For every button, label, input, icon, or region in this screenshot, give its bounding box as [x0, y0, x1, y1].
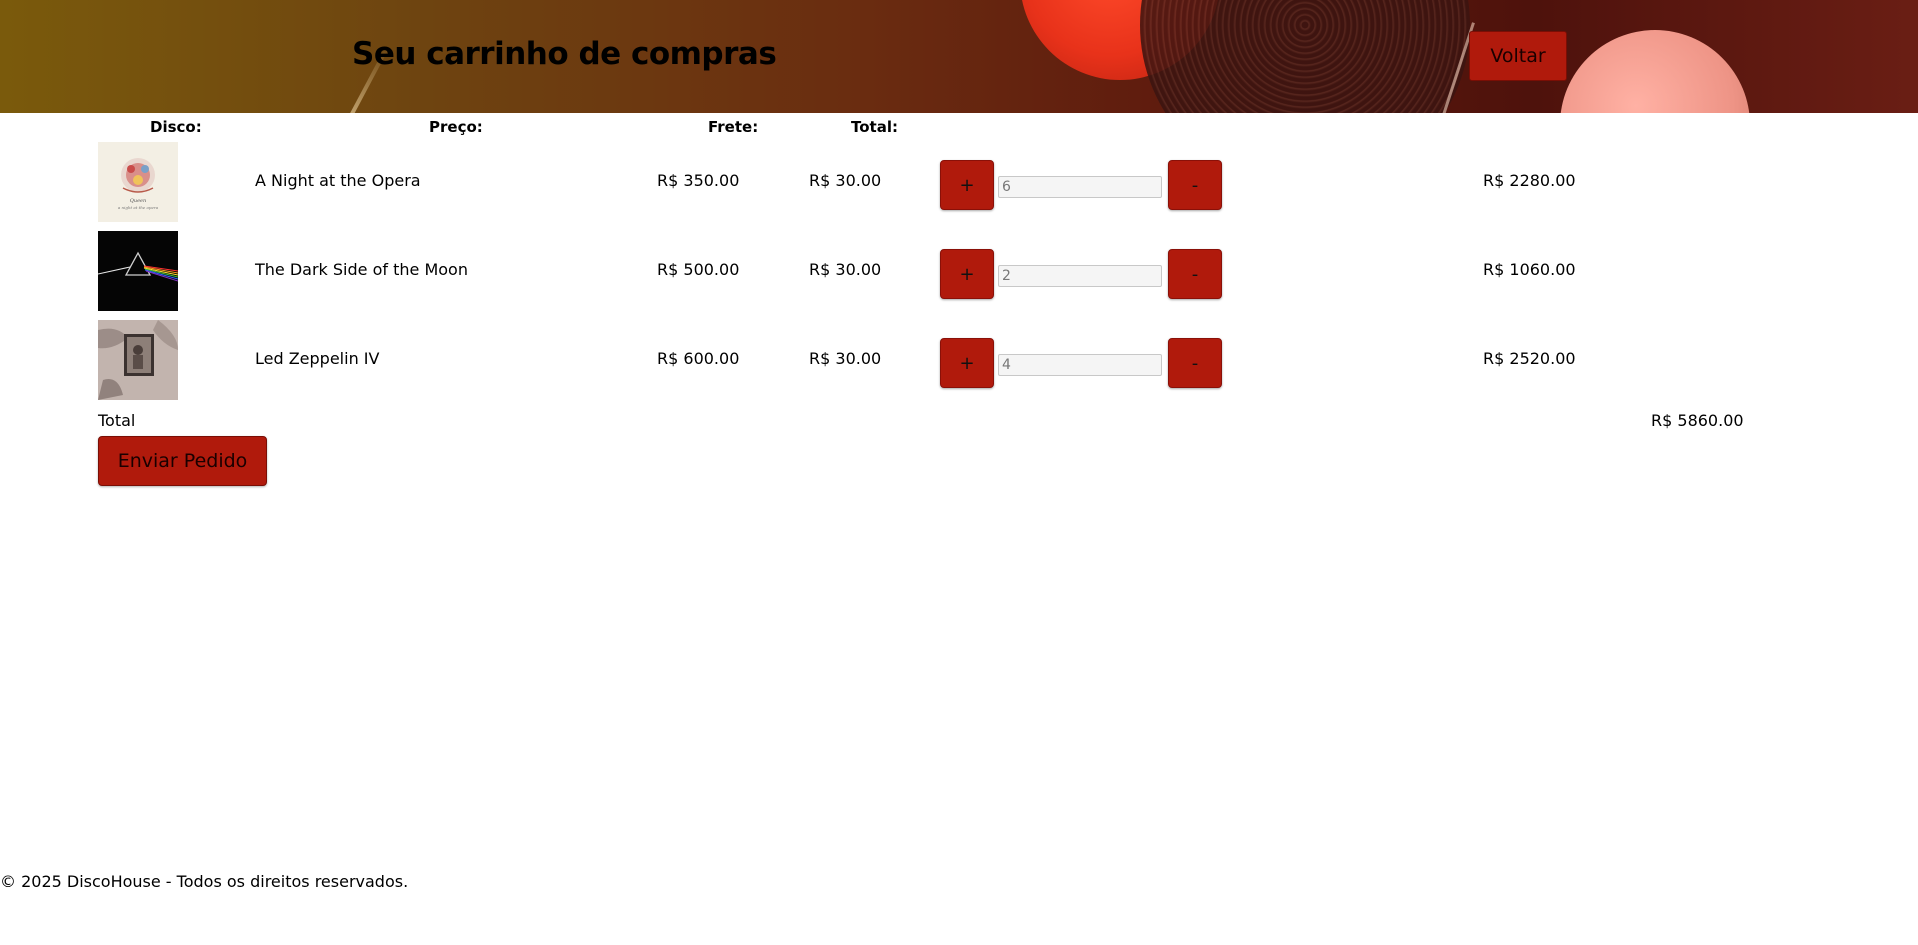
vinyl-label-decoration: [1560, 30, 1750, 113]
disc-shipping: R$ 30.00: [809, 349, 882, 368]
footer-copyright: © 2025 DiscoHouse - Todos os direitos re…: [0, 872, 409, 891]
disc-price: R$ 600.00: [657, 349, 740, 368]
disc-shipping: R$ 30.00: [809, 260, 882, 279]
svg-text:Queen: Queen: [130, 198, 146, 204]
disc-shipping: R$ 30.00: [809, 171, 882, 190]
dark-side-of-the-moon-cover: [98, 231, 178, 311]
row-total: R$ 2520.00: [1483, 349, 1576, 368]
cart-row: Queen a night at the opera A Night at th…: [0, 142, 1918, 222]
disc-name: The Dark Side of the Moon: [255, 260, 468, 279]
column-header-price: Preço:: [429, 118, 483, 136]
disc-name: Led Zeppelin IV: [255, 349, 380, 368]
led-zeppelin-iv-cover: [98, 320, 178, 400]
submit-order-button[interactable]: Enviar Pedido: [98, 436, 267, 486]
disc-name: A Night at the Opera: [255, 171, 421, 190]
quantity-input[interactable]: [998, 265, 1162, 287]
page-title: Seu carrinho de compras: [352, 36, 777, 72]
queen-a-night-at-the-opera-cover: Queen a night at the opera: [98, 142, 178, 222]
decrease-quantity-button[interactable]: -: [1168, 160, 1222, 210]
increase-quantity-button[interactable]: +: [940, 249, 994, 299]
cart-row: Led Zeppelin IV R$ 600.00 R$ 30.00 + - R…: [0, 320, 1918, 400]
column-header-disc: Disco:: [150, 118, 202, 136]
decrease-quantity-button[interactable]: -: [1168, 249, 1222, 299]
column-header-total: Total:: [851, 118, 898, 136]
quantity-input[interactable]: [998, 354, 1162, 376]
column-header-shipping: Frete:: [708, 118, 759, 136]
increase-quantity-button[interactable]: +: [940, 160, 994, 210]
disc-price: R$ 500.00: [657, 260, 740, 279]
row-total: R$ 1060.00: [1483, 260, 1576, 279]
header-banner: Seu carrinho de compras Voltar: [0, 0, 1918, 113]
increase-quantity-button[interactable]: +: [940, 338, 994, 388]
quantity-input[interactable]: [998, 176, 1162, 198]
back-button[interactable]: Voltar: [1469, 31, 1567, 81]
total-label: Total: [98, 411, 136, 430]
vinyl-record-decoration: [1140, 0, 1470, 113]
disc-price: R$ 350.00: [657, 171, 740, 190]
grand-total: R$ 5860.00: [1651, 411, 1744, 430]
svg-text:a night at the opera: a night at the opera: [118, 205, 159, 210]
cart-row: The Dark Side of the Moon R$ 500.00 R$ 3…: [0, 231, 1918, 311]
row-total: R$ 2280.00: [1483, 171, 1576, 190]
decrease-quantity-button[interactable]: -: [1168, 338, 1222, 388]
